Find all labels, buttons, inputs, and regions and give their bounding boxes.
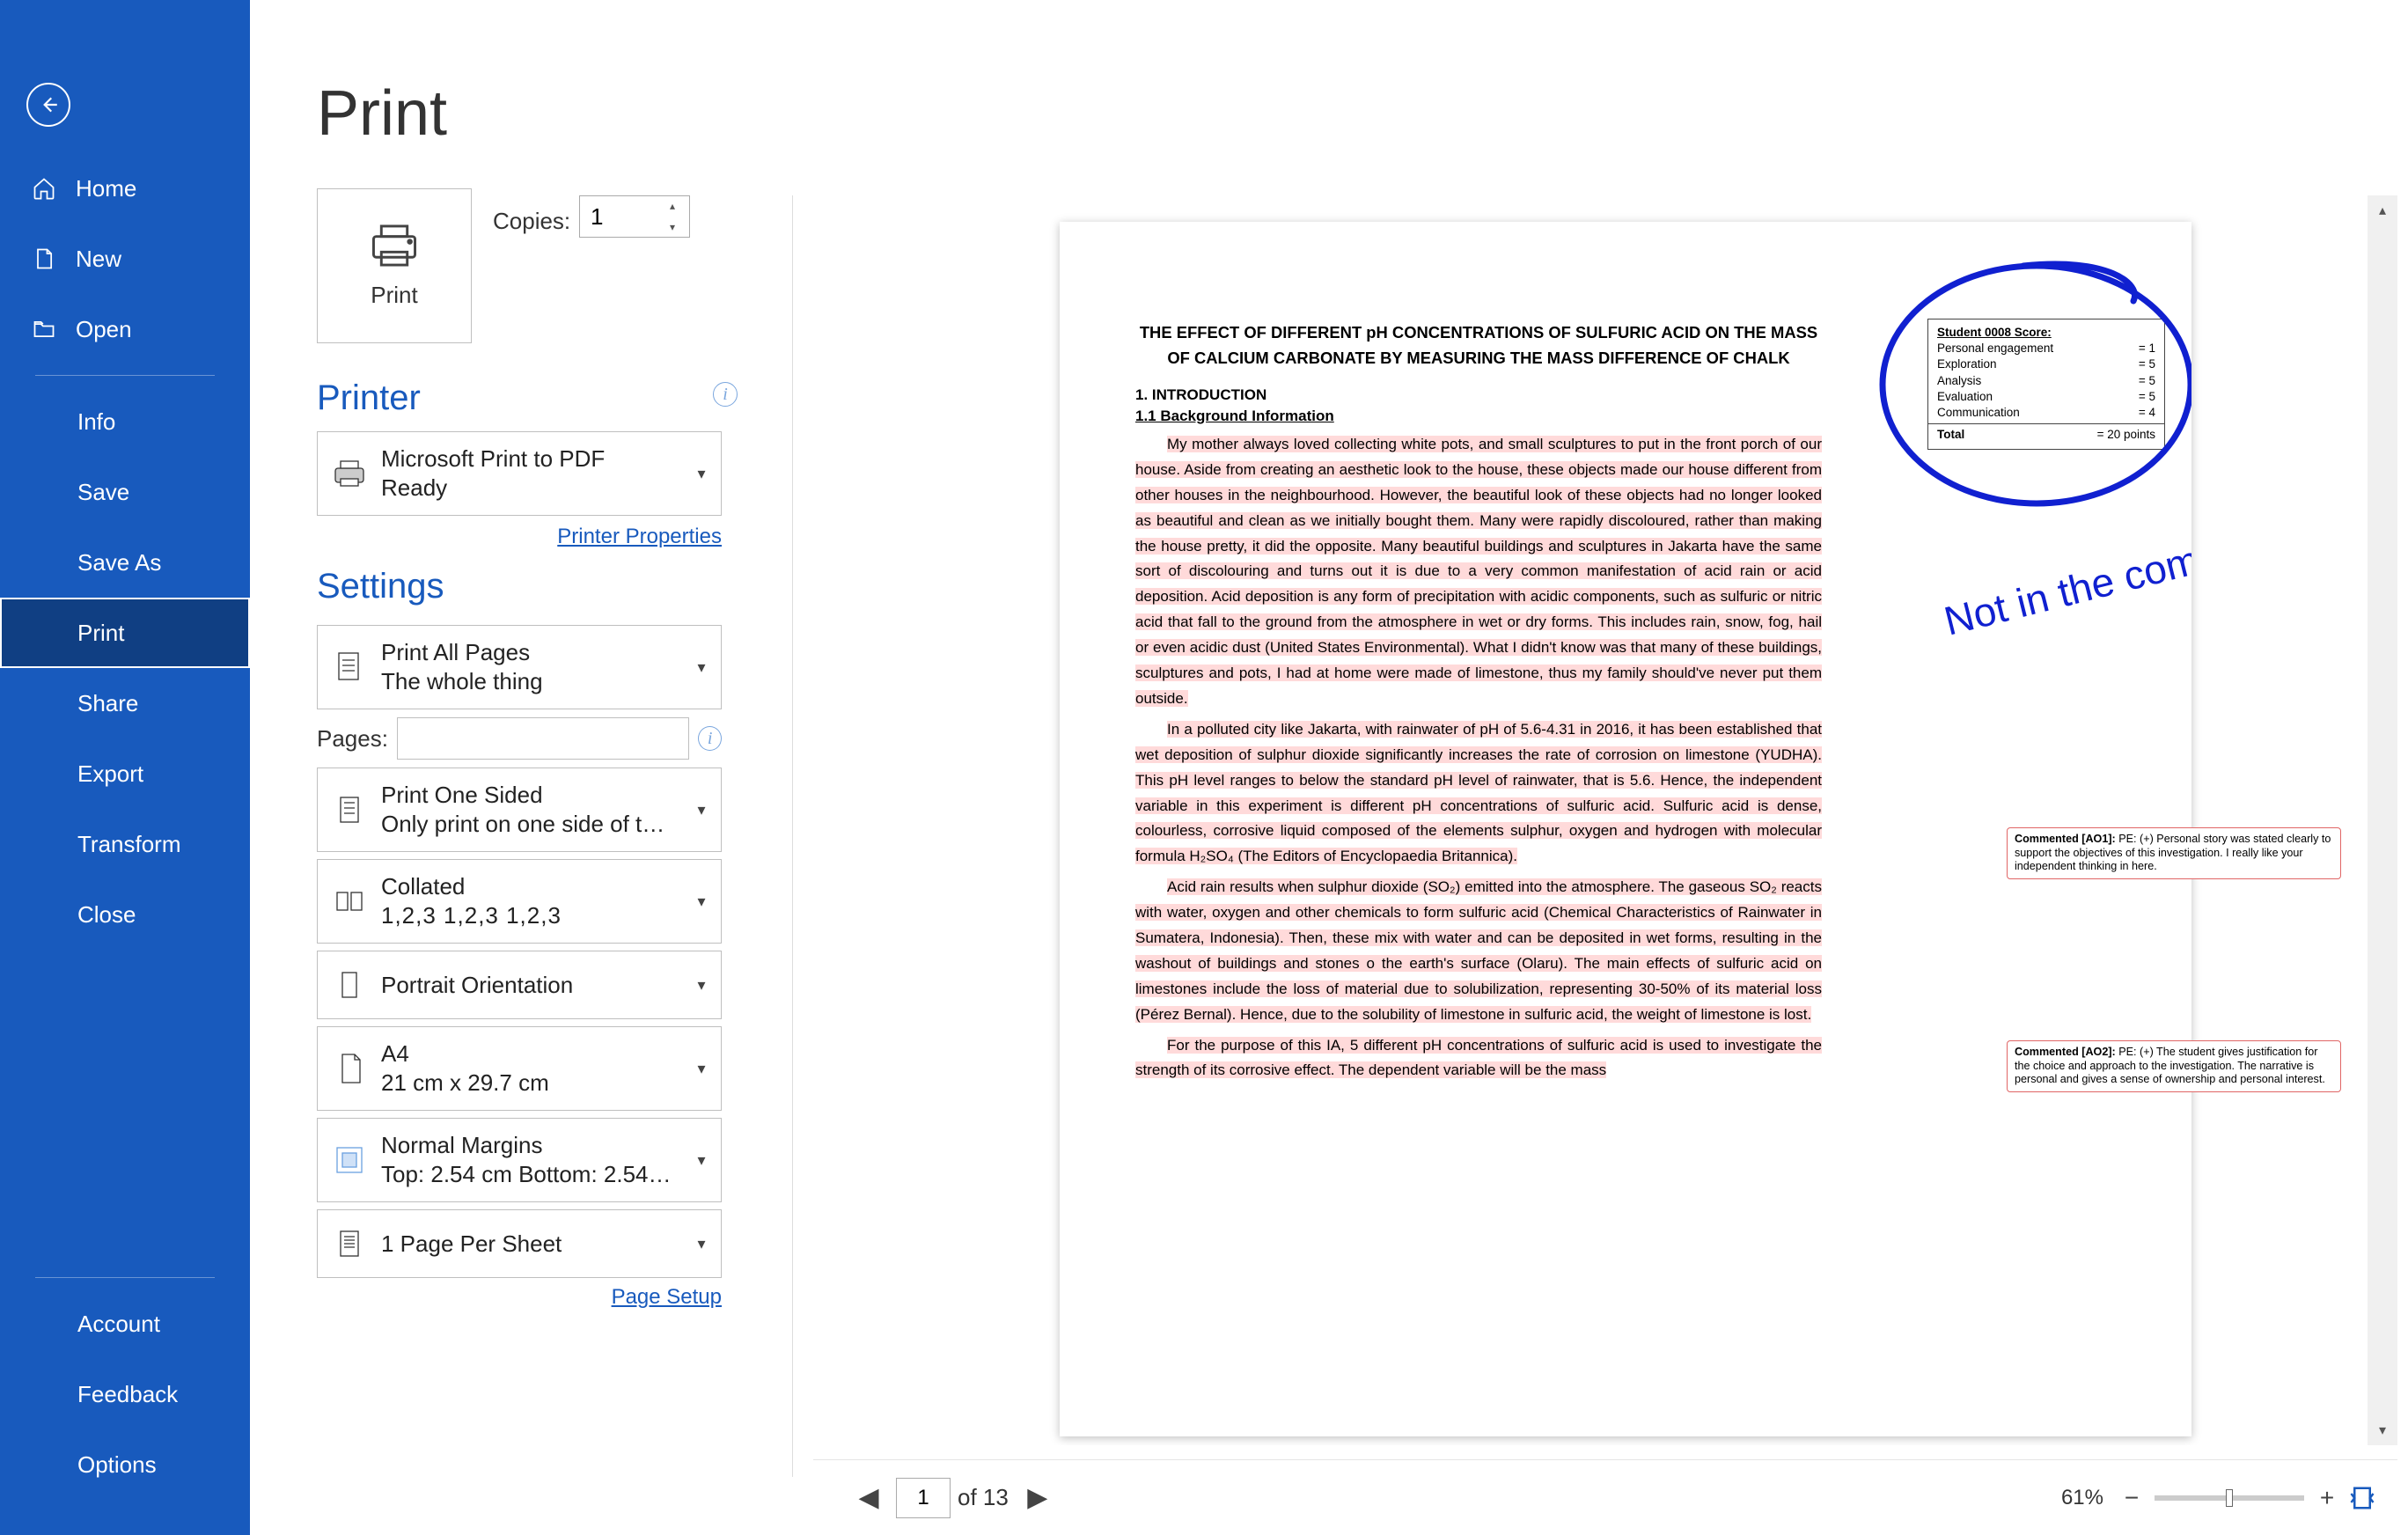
print-preview: ▴ ▾ THE EFFECT OF DIFFERENT pH CONCENTRA… <box>813 195 2397 1445</box>
portrait-icon <box>332 967 367 1003</box>
sidebar-item-account[interactable]: Account <box>0 1289 250 1359</box>
doc-p1: My mother always loved collecting white … <box>1135 432 1822 712</box>
sidebar-item-open[interactable]: Open <box>0 294 250 364</box>
chevron-down-icon: ▾ <box>682 976 721 995</box>
margins-icon <box>332 1142 367 1178</box>
sidebar-label: New <box>76 246 121 273</box>
zoom-in-button[interactable]: + <box>2309 1480 2345 1516</box>
printer-properties-link[interactable]: Printer Properties <box>317 525 722 549</box>
copies-spinner[interactable]: ▴▾ <box>579 195 690 238</box>
page-per-sheet-icon <box>332 1226 367 1261</box>
copies-up[interactable]: ▴ <box>656 195 689 217</box>
pages-input[interactable] <box>397 717 689 760</box>
separator <box>792 195 793 1477</box>
one-sided-icon <box>332 792 367 827</box>
chevron-down-icon: ▾ <box>682 465 721 483</box>
scroll-up[interactable]: ▴ <box>2368 195 2397 225</box>
paper-size-dropdown[interactable]: A4 21 cm x 29.7 cm ▾ <box>317 1026 722 1111</box>
doc-p2: In a polluted city like Jakarta, with ra… <box>1135 717 1822 870</box>
paper-icon <box>332 1051 367 1086</box>
scroll-down[interactable]: ▾ <box>2368 1415 2397 1445</box>
sidebar-item-share[interactable]: Share <box>0 668 250 738</box>
back-button[interactable] <box>26 83 70 127</box>
pages-icon <box>332 650 367 685</box>
pages-info-icon[interactable]: i <box>698 726 722 751</box>
comment-balloon-1: Commented [AO1]: PE: (+) Personal story … <box>2007 827 2341 879</box>
sidebar-item-options[interactable]: Options <box>0 1429 250 1500</box>
printer-section-heading: Printer <box>317 378 421 418</box>
chevron-down-icon: ▾ <box>682 1235 721 1253</box>
prev-page-button[interactable]: ◀ <box>848 1478 889 1518</box>
score-box: Student 0008 Score: Personal engagement=… <box>1927 319 2165 450</box>
sidebar-item-feedback[interactable]: Feedback <box>0 1359 250 1429</box>
zoom-out-button[interactable]: − <box>2114 1480 2149 1516</box>
printer-device-icon <box>332 456 367 491</box>
doc-p4: For the purpose of this IA, 5 different … <box>1135 1033 1822 1084</box>
copies-label: Copies: <box>493 208 570 235</box>
sidebar-item-export[interactable]: Export <box>0 738 250 809</box>
printer-status: Ready <box>381 474 672 502</box>
pages-label: Pages: <box>317 725 397 753</box>
printer-icon <box>368 224 421 268</box>
doc-title: THE EFFECT OF DIFFERENT pH CONCENTRATION… <box>1135 320 1822 371</box>
orientation-dropdown[interactable]: Portrait Orientation ▾ <box>317 951 722 1019</box>
sidebar-item-save[interactable]: Save <box>0 457 250 527</box>
new-icon <box>32 246 56 271</box>
sidebar-label: Home <box>76 175 136 202</box>
sidebar-item-info[interactable]: Info <box>0 386 250 457</box>
backstage-main: Print Print Copies: ▴▾ Printer i Microso… <box>250 0 2408 1535</box>
chevron-down-icon: ▾ <box>682 658 721 677</box>
zoom-label: 61% <box>2061 1486 2103 1510</box>
doc-h2: 1.1 Background Information <box>1135 408 1822 425</box>
doc-h1: 1. INTRODUCTION <box>1135 386 1822 404</box>
chevron-down-icon: ▾ <box>682 1151 721 1170</box>
pages-per-sheet-dropdown[interactable]: 1 Page Per Sheet ▾ <box>317 1209 722 1278</box>
zoom-to-page-button[interactable] <box>2345 1480 2380 1516</box>
sidebar-item-saveas[interactable]: Save As <box>0 527 250 598</box>
sidebar-item-home[interactable]: Home <box>0 153 250 224</box>
backstage-sidebar: Home New Open Info Save Save As Print Sh… <box>0 0 250 1535</box>
sides-dropdown[interactable]: Print One Sided Only print on one side o… <box>317 768 722 852</box>
next-page-button[interactable]: ▶ <box>1017 1478 1058 1518</box>
print-button[interactable]: Print <box>317 188 472 343</box>
printer-dropdown[interactable]: Microsoft Print to PDF Ready ▾ <box>317 431 722 516</box>
print-button-label: Print <box>371 282 417 309</box>
zoom-slider[interactable] <box>2155 1495 2304 1501</box>
printer-info-icon[interactable]: i <box>713 382 738 407</box>
collate-dropdown[interactable]: Collated 1,2,3 1,2,3 1,2,3 ▾ <box>317 859 722 944</box>
doc-p3: Acid rain results when sulphur dioxide (… <box>1135 875 1822 1027</box>
settings-section-heading: Settings <box>317 567 444 606</box>
chevron-down-icon: ▾ <box>682 892 721 911</box>
print-range-dropdown[interactable]: Print All Pages The whole thing ▾ <box>317 625 722 709</box>
printer-name: Microsoft Print to PDF <box>381 445 682 473</box>
sidebar-item-print[interactable]: Print <box>0 598 250 668</box>
collate-icon <box>332 884 367 919</box>
preview-page: THE EFFECT OF DIFFERENT pH CONCENTRATION… <box>1060 222 2191 1436</box>
page-setup-link[interactable]: Page Setup <box>317 1285 722 1310</box>
copies-input[interactable] <box>580 196 656 237</box>
comment-balloon-2: Commented [AO2]: PE: (+) The student giv… <box>2007 1040 2341 1092</box>
page-heading: Print <box>317 77 447 150</box>
current-page-input[interactable] <box>896 1478 951 1518</box>
svg-text:Not in the comment balloon!: Not in the comment balloon! <box>1940 478 2191 644</box>
preview-scrollbar[interactable]: ▴ ▾ <box>2368 195 2397 1445</box>
home-icon <box>32 176 56 201</box>
margins-dropdown[interactable]: Normal Margins Top: 2.54 cm Bottom: 2.54… <box>317 1118 722 1202</box>
sidebar-item-close[interactable]: Close <box>0 879 250 950</box>
chevron-down-icon: ▾ <box>682 801 721 819</box>
sidebar-item-transform[interactable]: Transform <box>0 809 250 879</box>
sidebar-label: Open <box>76 316 132 343</box>
pages-row: Pages: i <box>317 716 722 760</box>
open-icon <box>32 317 56 342</box>
chevron-down-icon: ▾ <box>682 1060 721 1078</box>
preview-nav: ◀ of 13 ▶ 61% − + <box>813 1459 2397 1535</box>
page-count: of 13 <box>958 1484 1009 1511</box>
copies-down[interactable]: ▾ <box>656 217 689 238</box>
sidebar-item-new[interactable]: New <box>0 224 250 294</box>
